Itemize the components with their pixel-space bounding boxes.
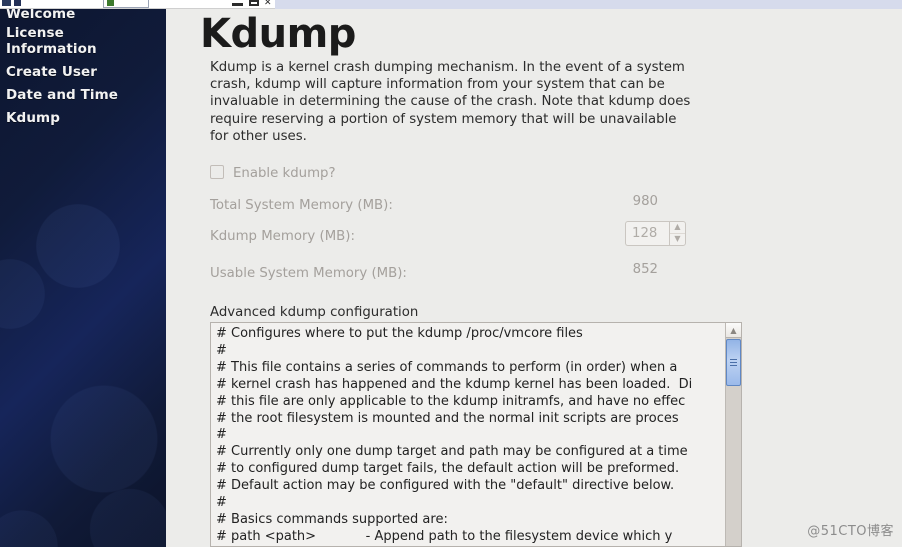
page-title: Kdump [200, 11, 356, 57]
total-system-memory-value: 980 [632, 194, 658, 209]
sidebar-item-date-and-time[interactable]: Date and Time [0, 87, 118, 103]
kdump-memory-row: Kdump Memory (MB): 128 ▲ ▼ [210, 221, 686, 246]
kdump-memory-stepper-buttons[interactable]: ▲ ▼ [669, 221, 686, 246]
app-icon[interactable] [2, 0, 11, 6]
restore-icon[interactable] [249, 0, 259, 6]
kdump-memory-stepper[interactable]: 128 ▲ ▼ [625, 221, 686, 246]
minimize-icon[interactable] [232, 3, 243, 6]
scrollbar-thumb[interactable] [726, 339, 741, 386]
kdump-memory-input[interactable]: 128 [625, 221, 669, 246]
enable-kdump-row[interactable]: Enable kdump? [210, 162, 336, 181]
advanced-config-textarea[interactable]: # Configures where to put the kdump /pro… [211, 323, 725, 546]
tab-favicon-icon [107, 0, 114, 6]
window-chrome-strip: ✕ [0, 0, 902, 9]
enable-kdump-checkbox[interactable] [210, 165, 224, 179]
watermark: @51CTO博客 [807, 524, 894, 539]
usable-system-memory-label: Usable System Memory (MB): [210, 266, 407, 281]
total-system-memory-label: Total System Memory (MB): [210, 198, 393, 213]
stepper-up-icon[interactable]: ▲ [670, 222, 685, 234]
scrollbar-up-arrow-icon[interactable]: ▲ [726, 323, 741, 338]
total-system-memory-row: Total System Memory (MB): 980 [210, 194, 658, 213]
main-content: Kdump Kdump is a kernel crash dumping me… [166, 9, 902, 547]
intro-description: Kdump is a kernel crash dumping mechanis… [210, 60, 691, 144]
advanced-config-textarea-container[interactable]: # Configures where to put the kdump /pro… [210, 322, 742, 547]
stepper-down-icon[interactable]: ▼ [670, 234, 685, 245]
usable-system-memory-row: Usable System Memory (MB): 852 [210, 262, 658, 281]
sidebar-item-welcome[interactable]: Welcome [0, 9, 75, 22]
usable-system-memory-value: 852 [632, 262, 658, 277]
sidebar-item-create-user[interactable]: Create User [0, 64, 97, 80]
sidebar-item-license-information[interactable]: License Information [0, 25, 97, 57]
close-icon[interactable]: ✕ [264, 0, 272, 8]
advanced-config-label: Advanced kdump configuration [210, 305, 419, 320]
textarea-scrollbar[interactable]: ▲ [725, 323, 741, 546]
secondary-app-icon[interactable] [14, 0, 21, 6]
kdump-memory-label: Kdump Memory (MB): [210, 229, 355, 244]
enable-kdump-label: Enable kdump? [233, 166, 336, 181]
sidebar-item-kdump[interactable]: Kdump [0, 110, 60, 126]
installer-sidebar: Welcome License Information Create User … [0, 9, 166, 547]
